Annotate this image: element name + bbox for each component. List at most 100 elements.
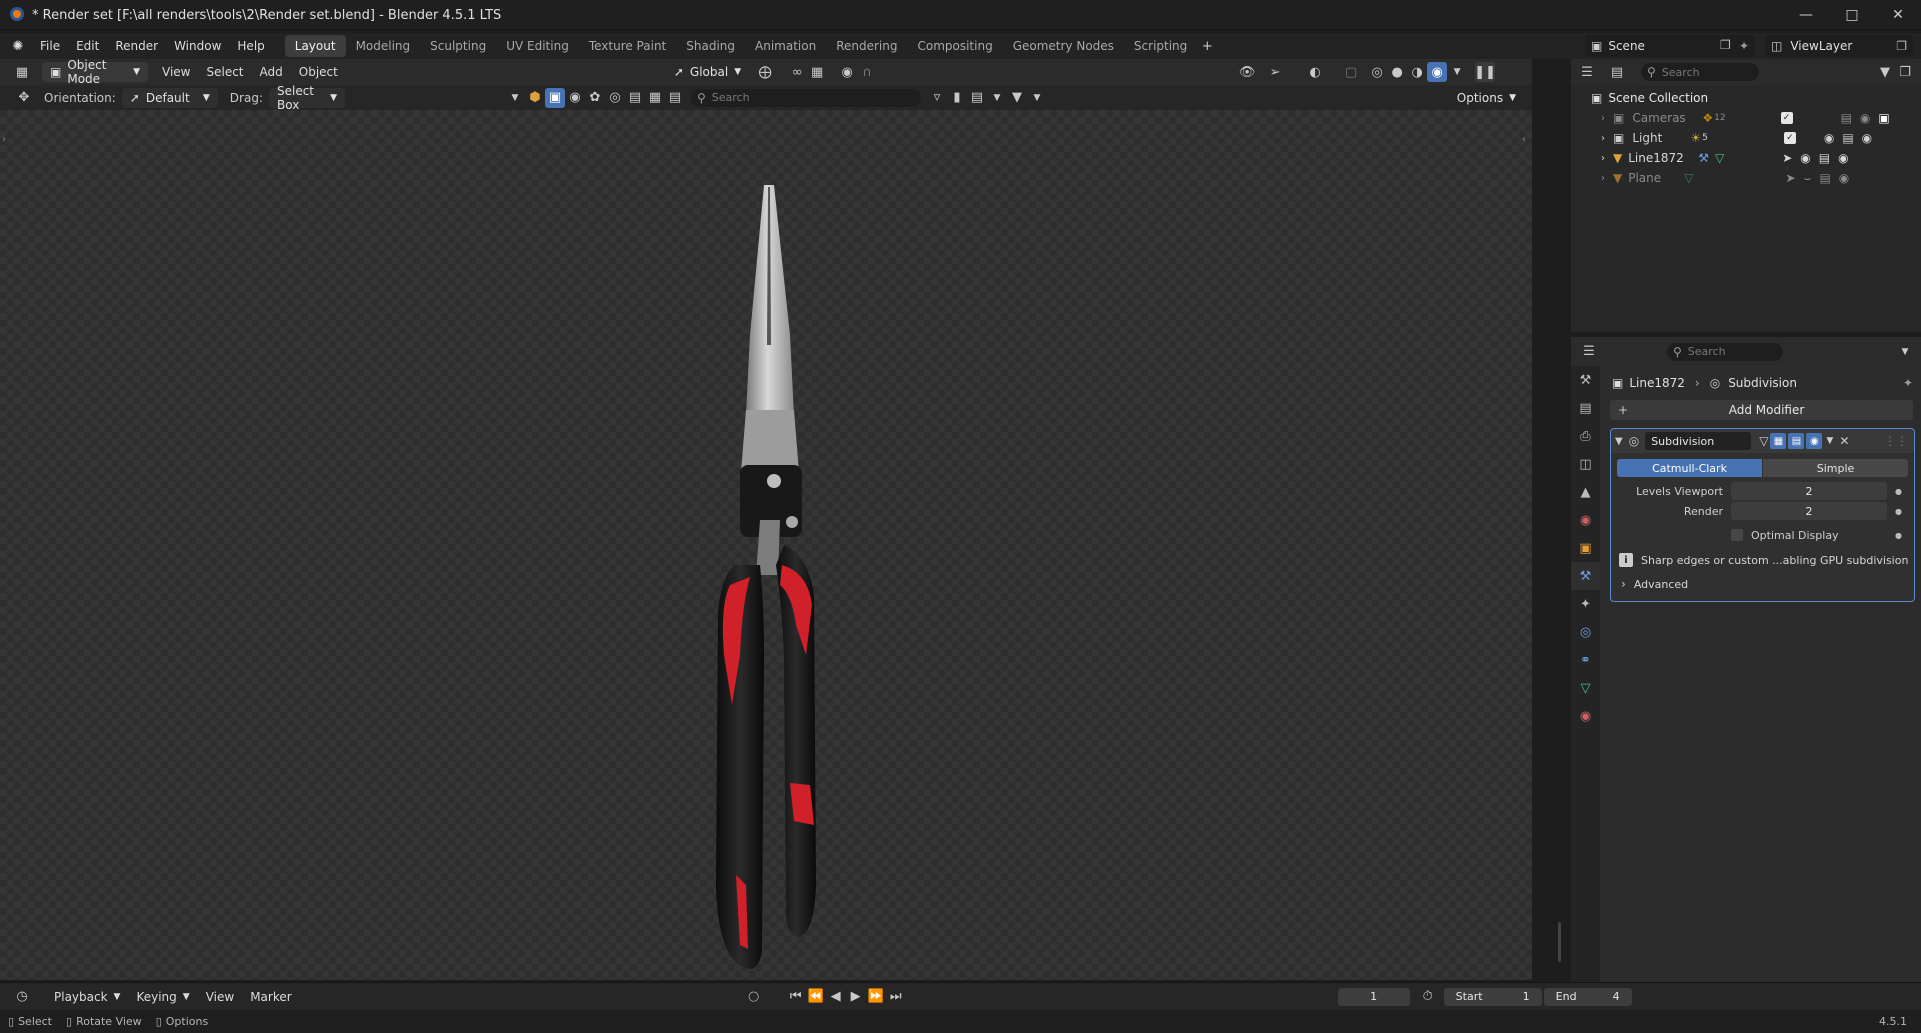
close-icon[interactable]: ✕ bbox=[1839, 434, 1849, 448]
view-layer-selector[interactable]: ◫ ViewLayer ❐ bbox=[1765, 35, 1913, 57]
start-frame-field[interactable]: Start 1 bbox=[1443, 987, 1542, 1006]
next-keyframe-icon[interactable]: ⏩ bbox=[866, 987, 886, 1007]
keyframe-dot-icon[interactable]: ● bbox=[1895, 531, 1902, 540]
menu-edit[interactable]: Edit bbox=[68, 35, 107, 57]
prev-keyframe-icon[interactable]: ⏪ bbox=[806, 987, 826, 1007]
options-dropdown[interactable]: Options ▼ bbox=[1449, 88, 1524, 108]
play-reverse-icon[interactable]: ◀ bbox=[826, 987, 846, 1007]
tab-sculpting[interactable]: Sculpting bbox=[420, 35, 496, 57]
outliner-editor-type-icon[interactable]: ☰ bbox=[1577, 62, 1597, 82]
end-frame-field[interactable]: End 4 bbox=[1543, 987, 1632, 1006]
snap-target-icon[interactable]: ▦ bbox=[807, 62, 827, 82]
checkbox-checked-icon[interactable]: ✓ bbox=[1780, 112, 1793, 124]
jump-end-icon[interactable]: ⏭ bbox=[886, 987, 906, 1007]
menu-render[interactable]: Render bbox=[107, 35, 166, 57]
select-arrow-icon[interactable]: ➤ bbox=[1782, 151, 1792, 165]
eye-closed-icon[interactable]: ⌣ bbox=[1804, 171, 1812, 186]
timeline-menu-marker[interactable]: Marker bbox=[242, 986, 299, 1008]
new-scene-icon[interactable]: ❐ bbox=[1720, 38, 1731, 52]
new-view-layer-icon[interactable]: ❐ bbox=[1896, 39, 1907, 53]
chevron-down-icon[interactable]: ▼ bbox=[1826, 436, 1833, 446]
tab-compositing[interactable]: Compositing bbox=[907, 35, 1002, 57]
gizmo-icon[interactable]: ➢ bbox=[1265, 62, 1285, 82]
filter-curve-icon[interactable]: ✿ bbox=[585, 88, 605, 108]
rendered-shading-icon[interactable]: ◉ bbox=[1427, 62, 1448, 82]
tab-layout[interactable]: Layout bbox=[284, 35, 346, 57]
tab-data[interactable]: ▽ bbox=[1571, 674, 1600, 702]
visibility-icon[interactable]: 👁 bbox=[1237, 62, 1257, 82]
close-button[interactable]: ✕ bbox=[1875, 0, 1921, 30]
proportional-edit-icon[interactable]: ◉ bbox=[837, 62, 857, 82]
overlays-icon[interactable]: ◐ bbox=[1305, 62, 1325, 82]
tab-uv-editing[interactable]: UV Editing bbox=[496, 35, 579, 57]
filter-invert-icon[interactable]: ▿ bbox=[927, 88, 947, 108]
filter-camera-icon[interactable]: ▤ bbox=[625, 88, 645, 108]
outliner-row-cameras[interactable]: › ▣ Cameras ❖ 12 ✓ ▤ ◉ ▣ bbox=[1571, 108, 1921, 128]
properties-editor-type-icon[interactable]: ☰ bbox=[1579, 342, 1599, 362]
filter-icon[interactable]: ▼ bbox=[1875, 62, 1895, 82]
tab-view-layer[interactable]: ◫ bbox=[1571, 450, 1600, 478]
timeline-menu-view[interactable]: View bbox=[198, 986, 242, 1008]
select-mode-icon[interactable]: ▣ bbox=[544, 87, 565, 108]
tab-modifiers[interactable]: ⚒ bbox=[1571, 562, 1600, 590]
pivot-icon[interactable]: ⨁ bbox=[755, 62, 775, 82]
eye-icon[interactable]: ◉ bbox=[1824, 131, 1834, 145]
outliner-row-line1872[interactable]: › ▼ Line1872 ⚒ ▽ ➤ ◉ ▤ ◉ bbox=[1571, 148, 1921, 168]
wireframe-shading-icon[interactable]: ◎ bbox=[1367, 62, 1387, 82]
tab-particles[interactable]: ✦ bbox=[1571, 590, 1600, 618]
display-mode-icon[interactable]: ▤ bbox=[1607, 62, 1627, 82]
new-collection-icon[interactable]: ❐ bbox=[1895, 62, 1915, 82]
object-type-icon[interactable]: ⬢ bbox=[525, 88, 545, 108]
monitor-icon[interactable]: ▤ bbox=[1819, 151, 1830, 165]
chevron-down-icon[interactable]: ▼ bbox=[987, 88, 1007, 108]
mode-dropdown[interactable]: ▣ Object Mode ▼ bbox=[42, 58, 148, 86]
falloff-icon[interactable]: ∩ bbox=[857, 62, 877, 82]
tab-material[interactable]: ◉ bbox=[1571, 702, 1600, 730]
eye-icon[interactable]: ◉ bbox=[1800, 151, 1810, 165]
material-shading-icon[interactable]: ◑ bbox=[1407, 62, 1427, 82]
pin-icon[interactable]: ✦ bbox=[1739, 39, 1749, 53]
tab-geometry-nodes[interactable]: Geometry Nodes bbox=[1003, 35, 1124, 57]
chevron-right-icon[interactable]: › bbox=[1597, 173, 1609, 184]
viewport-toggle-icon[interactable]: ▤ bbox=[1788, 433, 1805, 449]
funnel-icon[interactable]: ▼ bbox=[1007, 88, 1027, 108]
transform-orientation-dropdown[interactable]: ➚ Global ▼ bbox=[666, 62, 749, 82]
filter-empty-icon[interactable]: ▦ bbox=[645, 88, 665, 108]
tab-output[interactable]: ⎙ bbox=[1571, 422, 1600, 450]
viewport-menu-object[interactable]: Object bbox=[291, 61, 346, 83]
menu-file[interactable]: File bbox=[32, 35, 68, 57]
chevron-right-icon[interactable]: › bbox=[1597, 133, 1609, 144]
tab-constraints[interactable]: ⚭ bbox=[1571, 646, 1600, 674]
snap-icon[interactable]: ∞ bbox=[787, 62, 807, 82]
auto-keying-icon[interactable]: ○ bbox=[744, 987, 764, 1007]
monitor-icon[interactable]: ▤ bbox=[1819, 171, 1830, 185]
move-tool-icon[interactable]: ✥ bbox=[14, 88, 34, 108]
add-modifier-button[interactable]: + Add Modifier bbox=[1610, 400, 1913, 420]
chevron-right-icon[interactable]: › bbox=[1597, 153, 1609, 164]
tab-texture-paint[interactable]: Texture Paint bbox=[579, 35, 676, 57]
chevron-down-icon[interactable]: ▼ bbox=[1027, 88, 1047, 108]
filter-mesh-icon[interactable]: ◉ bbox=[565, 88, 585, 108]
render-toggle-icon[interactable]: ◉ bbox=[1806, 433, 1823, 449]
outliner-row-plane[interactable]: › ▼ Plane ▽ ➤ ⌣ ▤ ◉ bbox=[1571, 168, 1921, 188]
3d-viewport[interactable]: › ‹ bbox=[0, 110, 1561, 980]
current-frame-field[interactable]: 1 bbox=[1337, 987, 1410, 1006]
pause-render-icon[interactable]: ❚❚ bbox=[1474, 62, 1496, 82]
render-camera-icon[interactable]: ◉ bbox=[1862, 131, 1872, 145]
tab-world[interactable]: ◉ bbox=[1571, 506, 1600, 534]
chevron-down-icon[interactable]: ▼ bbox=[1895, 342, 1915, 362]
orientation-dropdown[interactable]: ➚ Default ▼ bbox=[121, 87, 218, 108]
advanced-subpanel[interactable]: › Advanced bbox=[1611, 574, 1914, 594]
tab-shading[interactable]: Shading bbox=[676, 35, 745, 57]
tab-scene[interactable]: ▲ bbox=[1571, 478, 1600, 506]
editor-type-icon[interactable]: ▦ bbox=[12, 62, 32, 82]
outliner-row-light[interactable]: › ▣ Light ☀ 5 ✓ ◉ ▤ ◉ bbox=[1571, 128, 1921, 148]
collapse-chevron-icon[interactable]: ▼ bbox=[1615, 436, 1623, 447]
cage-toggle-icon[interactable]: ▦ bbox=[1770, 433, 1787, 449]
jump-start-icon[interactable]: ⏮ bbox=[786, 987, 806, 1007]
tab-object[interactable]: ▣ bbox=[1571, 534, 1600, 562]
viewport-menu-add[interactable]: Add bbox=[252, 61, 291, 83]
tab-render[interactable]: ▤ bbox=[1571, 394, 1600, 422]
monitor-icon[interactable]: ▤ bbox=[1841, 111, 1852, 125]
pliers-object[interactable] bbox=[690, 185, 850, 975]
